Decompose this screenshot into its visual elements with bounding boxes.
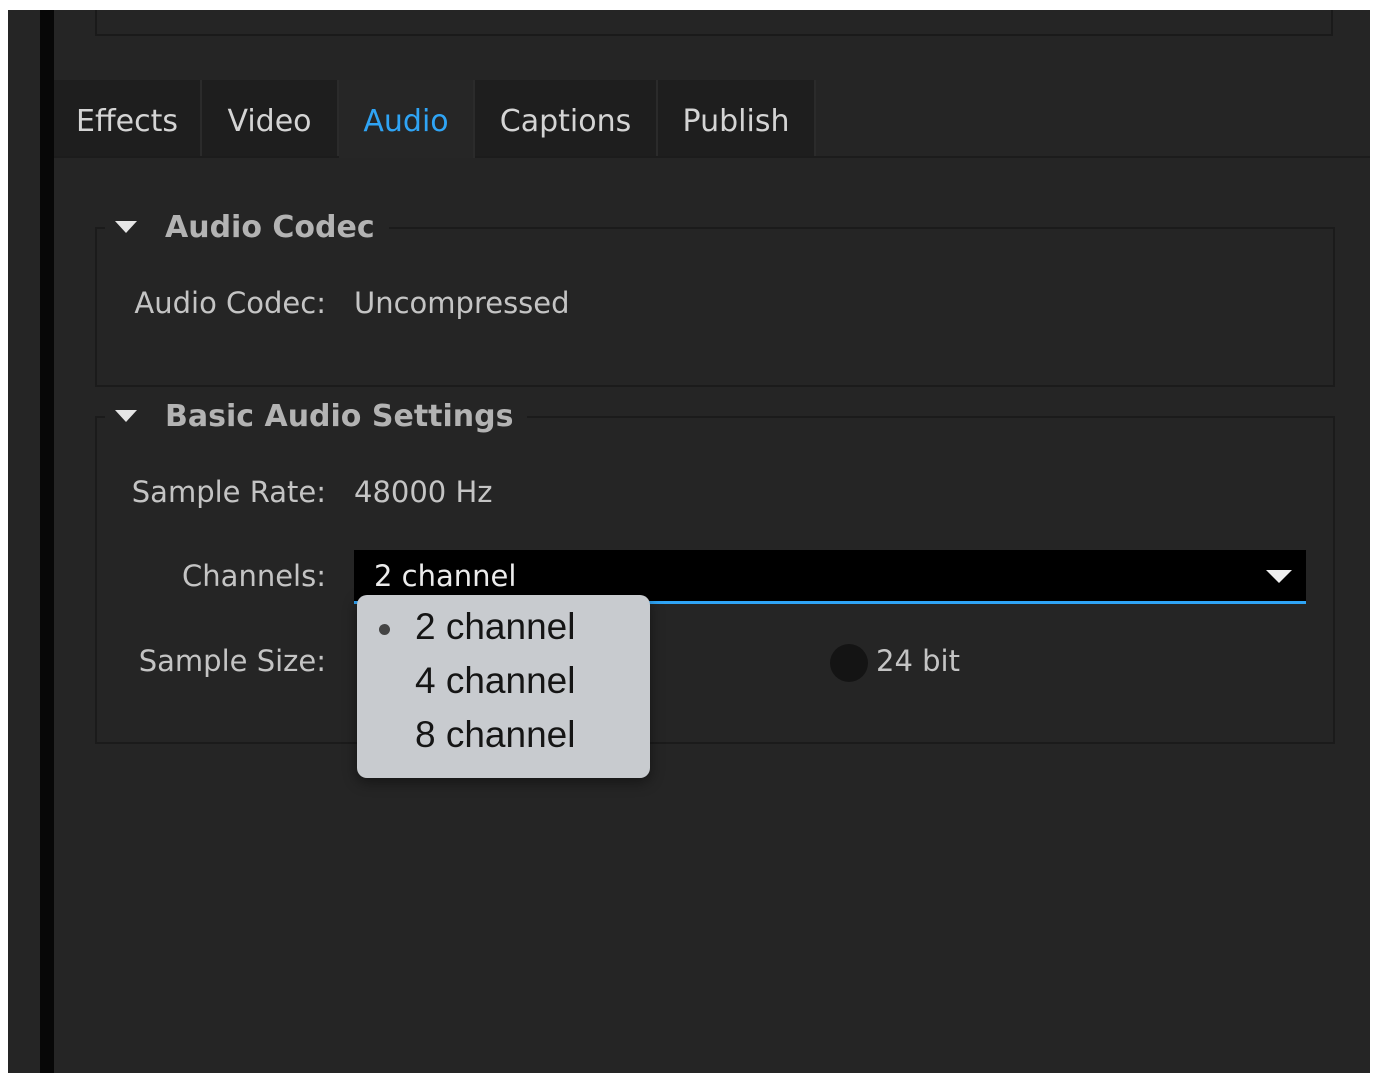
audio-codec-label: Audio Codec: — [134, 286, 326, 320]
channels-label: Channels: — [182, 559, 326, 593]
export-settings-panel: Effects Video Audio Captions Publish Aud… — [8, 10, 1370, 1073]
tab-effects[interactable]: Effects — [54, 80, 202, 156]
collapse-triangle-icon — [115, 410, 137, 422]
channels-dropdown-menu: 2 channel 4 channel 8 channel — [357, 595, 650, 778]
channels-option-2[interactable]: 2 channel — [357, 597, 650, 651]
tab-bar: Effects Video Audio Captions Publish — [54, 80, 1370, 158]
panel-divider — [40, 10, 54, 1073]
channels-option-8[interactable]: 8 channel — [357, 705, 650, 759]
sample-size-label: Sample Size: — [138, 644, 326, 678]
audio-codec-title: Audio Codec — [165, 209, 375, 245]
sample-size-24bit-radio[interactable] — [830, 644, 868, 682]
channels-option-label: 8 channel — [415, 714, 576, 755]
tab-publish[interactable]: Publish — [658, 80, 816, 156]
tab-captions[interactable]: Captions — [475, 80, 658, 156]
collapse-triangle-icon — [115, 221, 137, 233]
sample-rate-value: 48000 Hz — [354, 475, 493, 509]
tab-video[interactable]: Video — [202, 80, 339, 156]
chevron-down-icon — [1266, 570, 1292, 583]
sample-size-24bit-label[interactable]: 24 bit — [876, 644, 960, 678]
audio-codec-header[interactable]: Audio Codec — [105, 203, 389, 251]
upper-panel-frame — [95, 10, 1333, 36]
selected-bullet-icon — [379, 624, 390, 635]
audio-codec-value: Uncompressed — [354, 286, 570, 320]
basic-audio-settings-title: Basic Audio Settings — [165, 398, 514, 434]
channels-dropdown-value: 2 channel — [374, 559, 517, 593]
channels-option-4[interactable]: 4 channel — [357, 651, 650, 705]
sample-rate-label: Sample Rate: — [131, 475, 326, 509]
channels-option-label: 2 channel — [415, 606, 576, 647]
channels-option-label: 4 channel — [415, 660, 576, 701]
tab-audio[interactable]: Audio — [339, 80, 475, 158]
basic-audio-settings-header[interactable]: Basic Audio Settings — [105, 392, 528, 440]
